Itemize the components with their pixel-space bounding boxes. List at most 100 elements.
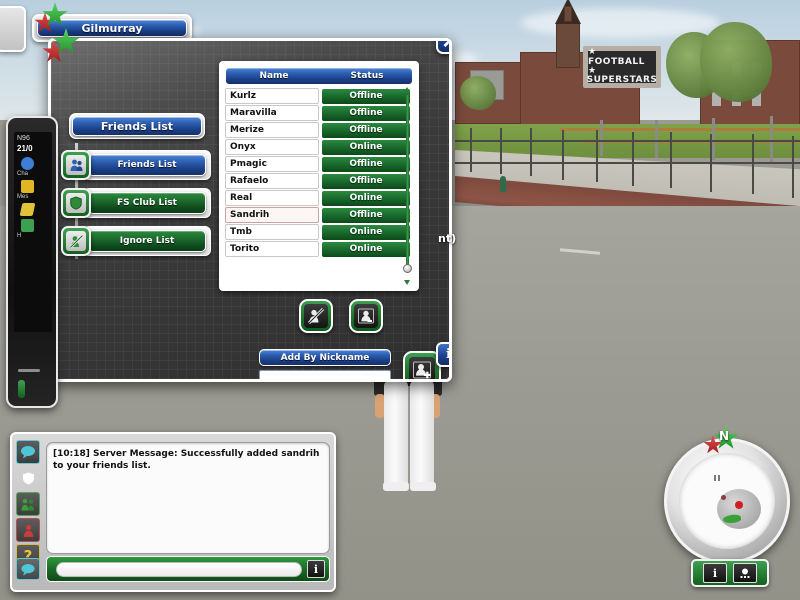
table-row[interactable]: Real Online xyxy=(225,190,413,206)
chat-message: [10:18] Server Message: Successfully add… xyxy=(53,449,320,472)
friend-name-cell[interactable]: Onyx xyxy=(225,139,319,155)
clock-tower xyxy=(556,22,580,68)
tree xyxy=(460,76,496,110)
friend-name-cell[interactable]: Real xyxy=(225,190,319,206)
tab-fs-club-list-plate[interactable]: FS Club List xyxy=(83,188,211,218)
friends-table-panel: Name Status Kurlz Offline Maravilla Offline… xyxy=(219,61,419,291)
phone-contacts-icon[interactable] xyxy=(21,157,34,170)
tree xyxy=(700,22,772,102)
fence-post xyxy=(752,134,754,194)
tab-ignore-list-label: Ignore List xyxy=(88,230,206,252)
minimap-expand-button[interactable] xyxy=(733,563,757,583)
phone-note-icon[interactable] xyxy=(19,203,36,216)
minimap-disc[interactable] xyxy=(679,453,775,549)
scroll-down-icon[interactable] xyxy=(404,280,410,285)
minimap-tick xyxy=(718,475,720,481)
minimap-radar[interactable]: N i xyxy=(664,425,790,587)
scrollbar-track[interactable] xyxy=(406,95,409,273)
friend-name-cell[interactable]: Rafaelo xyxy=(225,173,319,189)
tab-ignore-list[interactable]: Ignore List xyxy=(61,225,221,257)
friends-list-dialog[interactable]: Friends List Friends List FS Club List I… xyxy=(48,38,452,382)
friend-name-cell[interactable]: Pmagic xyxy=(225,156,319,172)
fence-post xyxy=(710,134,712,192)
phone-hud[interactable]: N96 21/0 Cha Mes H xyxy=(6,116,58,408)
white-shield-icon[interactable] xyxy=(16,466,40,490)
friend-actions xyxy=(299,299,383,333)
compass-north-label: N xyxy=(719,429,730,443)
dialog-title-plate: Friends List xyxy=(69,113,205,139)
table-row[interactable]: Sandrih Offline xyxy=(225,207,413,223)
world-name-label: nt) xyxy=(438,232,457,245)
compass: N xyxy=(703,425,747,459)
table-row[interactable]: Rafaelo Offline xyxy=(225,173,413,189)
view-profile-button[interactable] xyxy=(349,299,383,333)
table-row[interactable]: Onyx Online xyxy=(225,139,413,155)
phone-brand: N96 xyxy=(17,135,30,142)
tab-friends-list-plate[interactable]: Friends List xyxy=(83,150,211,180)
fence-post xyxy=(596,130,598,182)
hydrant xyxy=(500,176,506,192)
fence-post xyxy=(792,136,794,198)
fence-rail xyxy=(455,162,800,164)
chat-input[interactable] xyxy=(56,561,302,577)
minimap-tick xyxy=(714,475,716,481)
chat-log[interactable]: [10:18] Server Message: Successfully add… xyxy=(46,442,330,554)
phone-item-3-label: H xyxy=(17,233,22,239)
friend-name-cell[interactable]: Maravilla xyxy=(225,105,319,121)
scroll-up-icon[interactable] xyxy=(404,87,410,92)
minimap-player-dot xyxy=(735,501,743,509)
friend-name-cell[interactable]: Kurlz xyxy=(225,88,319,104)
phone-messages-icon[interactable] xyxy=(21,180,34,193)
table-row[interactable]: Kurlz Offline xyxy=(225,88,413,104)
chat-window[interactable]: ? [10:18] Server Message: Successfully a… xyxy=(10,432,336,592)
player-name: Gilmurray xyxy=(37,19,187,37)
table-row[interactable]: Tmb Online xyxy=(225,224,413,240)
club-shield-icon[interactable] xyxy=(61,188,91,218)
friend-name-cell[interactable]: Sandrih xyxy=(225,207,319,223)
stadium-billboard: ★ FOOTBALL ★ SUPERSTARS xyxy=(583,46,661,88)
friend-status-cell: Offline xyxy=(322,207,410,223)
friends-icon[interactable] xyxy=(61,150,91,180)
table-row[interactable]: Torito Online xyxy=(225,241,413,257)
dialog-info-button[interactable]: i xyxy=(436,342,449,367)
table-row[interactable]: Pmagic Offline xyxy=(225,156,413,172)
tab-friends-list[interactable]: Friends List xyxy=(61,149,221,181)
tab-fs-club-list-label: FS Club List xyxy=(88,192,206,214)
tab-friends-list-label: Friends List xyxy=(88,154,206,176)
table-row[interactable]: Merize Offline xyxy=(225,122,413,138)
add-by-nickname-block: Add By Nickname xyxy=(259,349,399,379)
tab-fs-club-list[interactable]: FS Club List xyxy=(61,187,221,219)
column-header-status: Status xyxy=(350,71,384,81)
chat-bubble-icon[interactable] xyxy=(16,440,40,464)
scrollbar-thumb[interactable] xyxy=(403,264,412,273)
avatar-shoe xyxy=(383,482,409,491)
add-by-nickname-label: Add By Nickname xyxy=(259,349,391,366)
person-plus-icon xyxy=(409,357,435,379)
person-red-icon[interactable] xyxy=(16,518,40,542)
phone-home-icon[interactable] xyxy=(21,219,34,232)
chat-input-bar[interactable]: i xyxy=(46,556,330,582)
list-scrollbar[interactable] xyxy=(403,87,412,285)
table-row[interactable]: Maravilla Offline xyxy=(225,105,413,121)
friend-name-cell[interactable]: Merize xyxy=(225,122,319,138)
fence-post xyxy=(470,128,472,172)
minimap-info-button[interactable]: i xyxy=(703,563,727,583)
column-header-name: Name xyxy=(259,71,289,81)
phone-call-key[interactable] xyxy=(18,380,25,398)
friend-status-cell: Offline xyxy=(322,173,410,189)
nickname-input[interactable] xyxy=(259,370,391,379)
avatar-leg xyxy=(410,380,434,488)
team-people-icon[interactable] xyxy=(16,492,40,516)
person-slash-icon xyxy=(304,304,328,328)
tab-ignore-list-plate[interactable]: Ignore List xyxy=(83,226,211,256)
friend-name-cell[interactable]: Tmb xyxy=(225,224,319,240)
remove-friend-button[interactable] xyxy=(299,299,333,333)
chat-send-button[interactable]: i xyxy=(307,560,325,578)
friend-name-cell[interactable]: Torito xyxy=(225,241,319,257)
fence-rail xyxy=(455,140,800,142)
chat-mode-button[interactable] xyxy=(16,558,40,580)
ignore-icon[interactable] xyxy=(61,226,91,256)
close-icon[interactable] xyxy=(436,41,449,54)
tower-spire xyxy=(564,6,572,22)
fence-post xyxy=(562,130,564,180)
